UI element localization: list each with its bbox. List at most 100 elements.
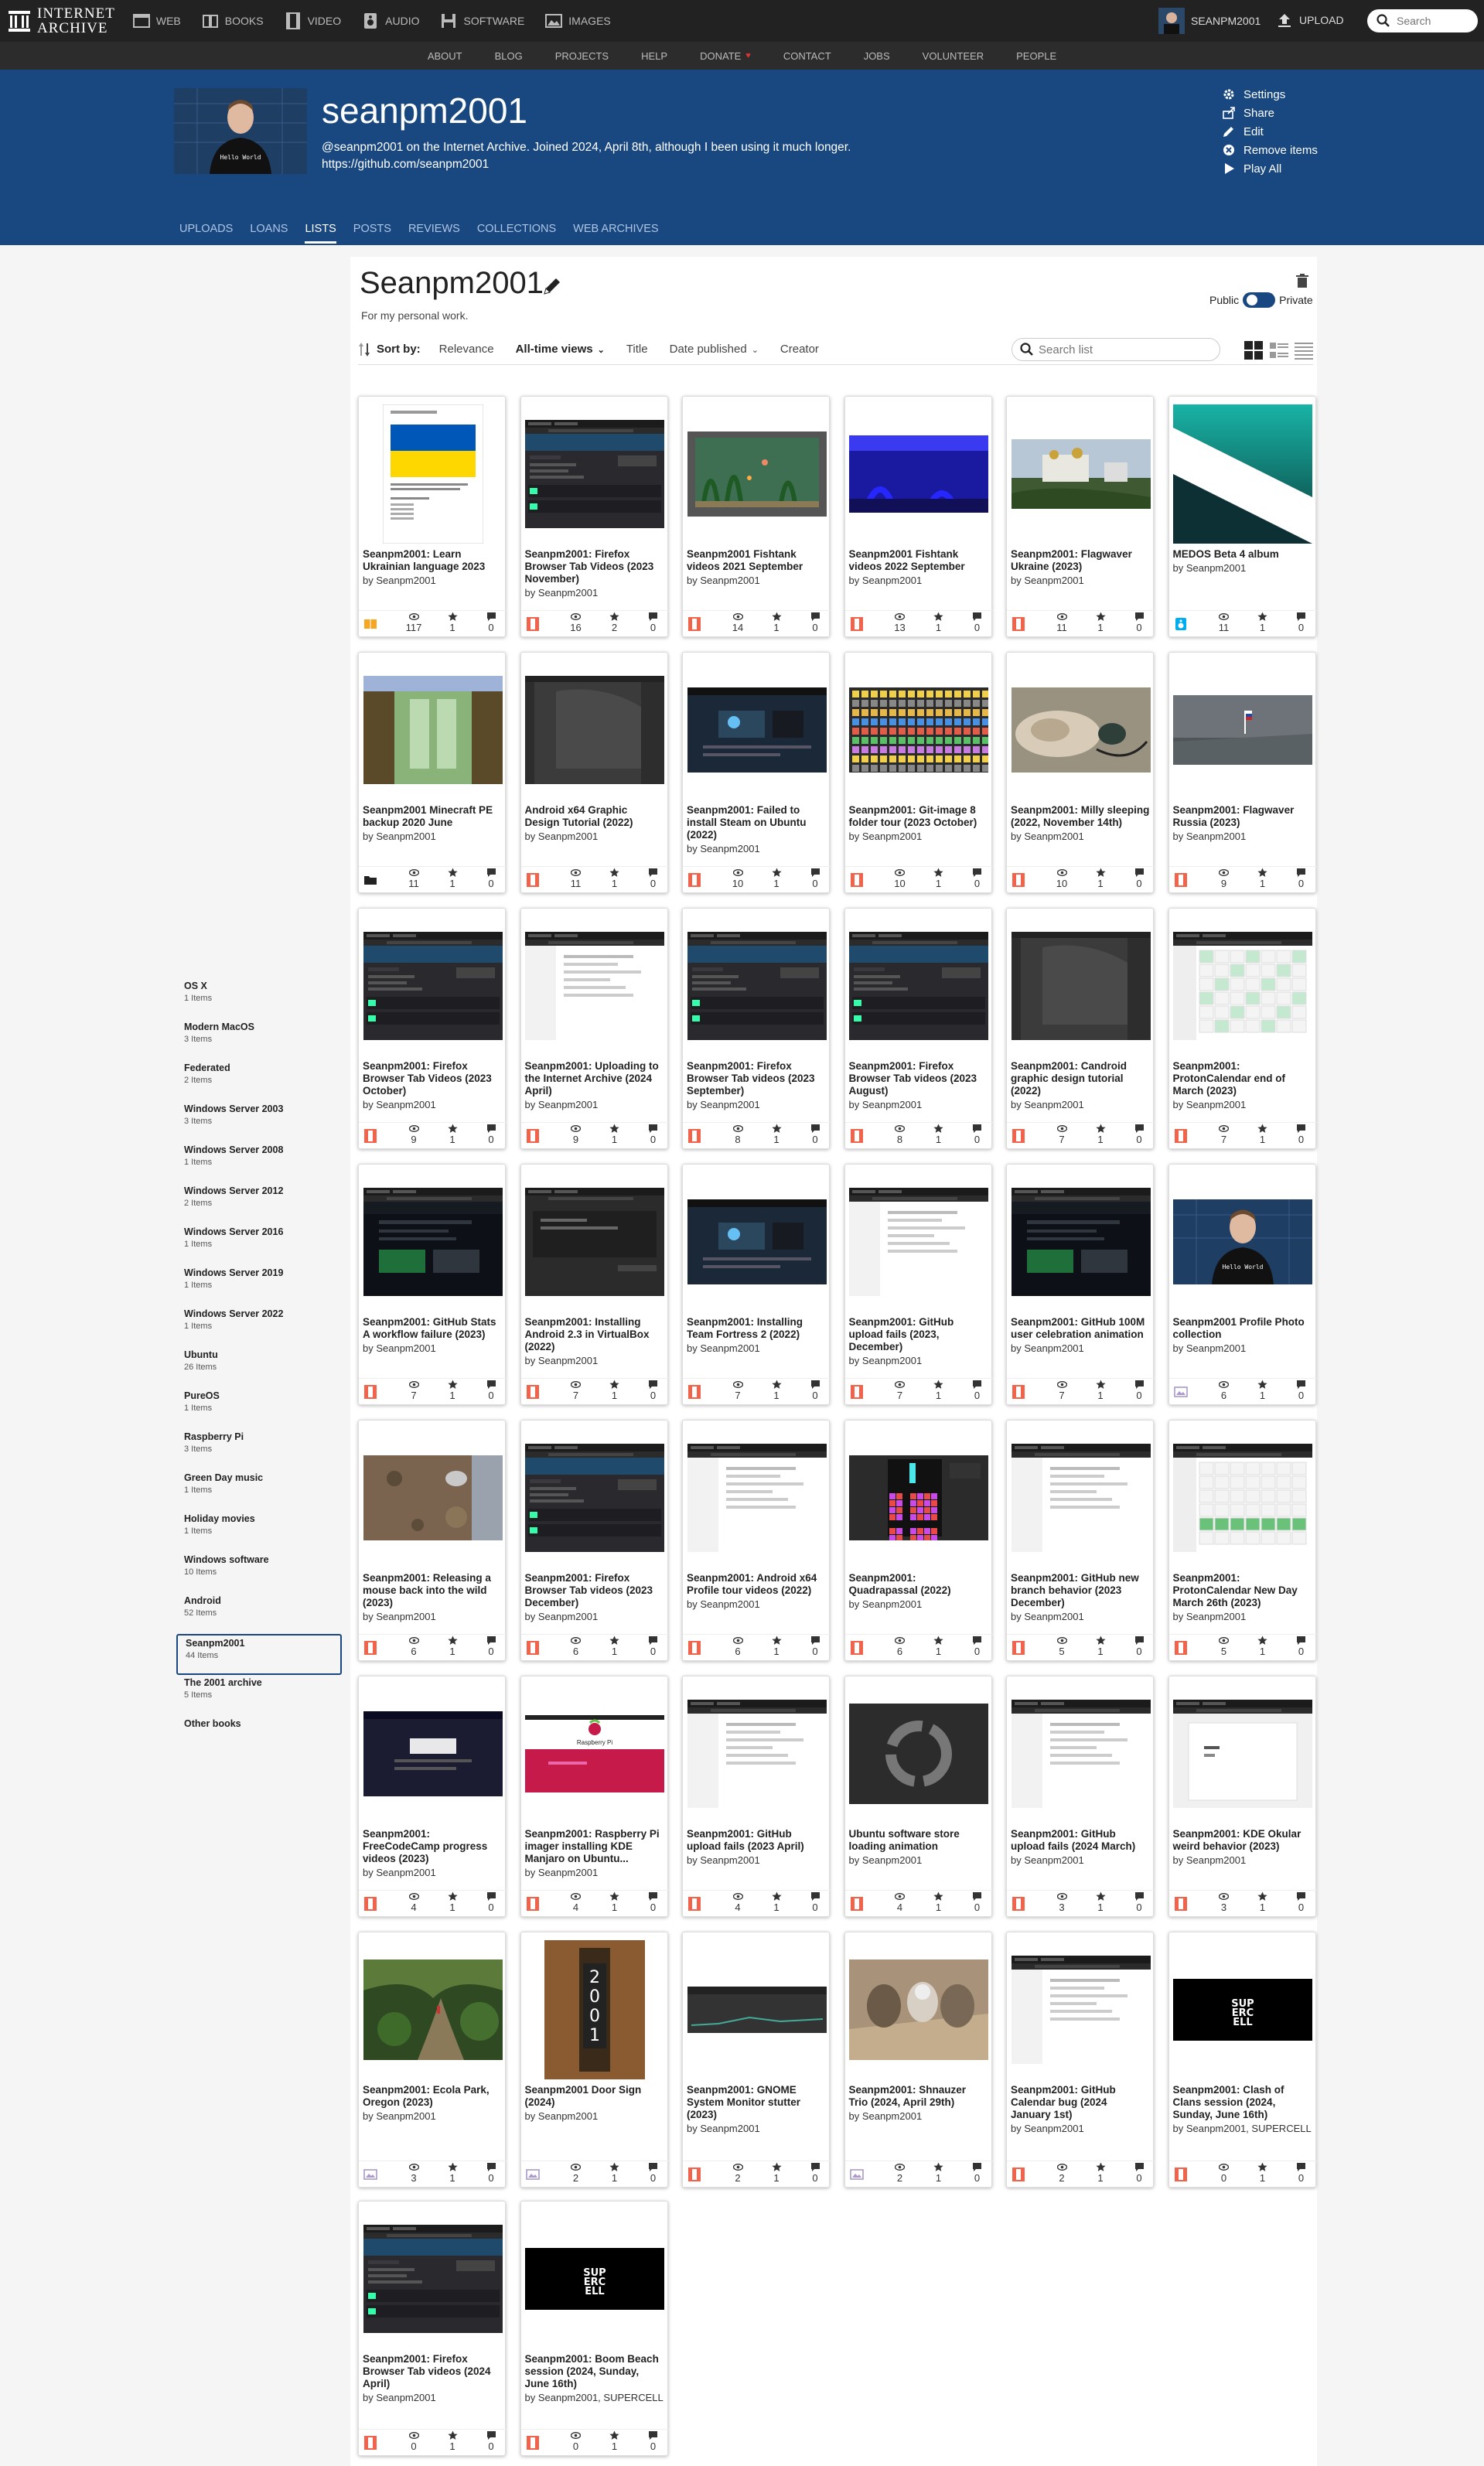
list-item-tile[interactable]: Seanpm2001: Firefox Browser Tab videos (… xyxy=(358,2201,507,2456)
sidebar-list-windows-server-2008[interactable]: Windows Server 2008 1 Items xyxy=(176,1142,342,1183)
item-thumbnail[interactable]: Hello World xyxy=(1169,1165,1317,1319)
sort-option-all-time-views[interactable]: All-time views ⌄ xyxy=(516,343,605,356)
item-title[interactable]: Seanpm2001: GitHub 100M user celebration… xyxy=(1011,1316,1150,1341)
item-title[interactable]: Seanpm2001: Firefox Browser Tab videos (… xyxy=(849,1060,988,1097)
sidebar-list-green-day-music[interactable]: Green Day music 1 Items xyxy=(176,1470,342,1511)
list-item-tile[interactable]: Seanpm2001 Fishtank videos 2021 Septembe… xyxy=(682,396,831,637)
tab-web-archives[interactable]: WEB ARCHIVES xyxy=(573,223,658,244)
sort-option-relevance[interactable]: Relevance xyxy=(439,343,494,356)
item-title[interactable]: Seanpm2001: Firefox Browser Tab Videos (… xyxy=(363,1060,502,1097)
subnav-people[interactable]: PEOPLE xyxy=(1016,50,1056,62)
subnav-projects[interactable]: PROJECTS xyxy=(555,50,609,62)
item-thumbnail[interactable] xyxy=(845,653,993,807)
item-title[interactable]: Seanpm2001: Boom Beach session (2024, Su… xyxy=(525,2353,664,2390)
trash-icon[interactable] xyxy=(1294,272,1311,289)
list-item-tile[interactable]: SUP ERC ELL Seanpm2001: Clash of Clans sess… xyxy=(1168,1932,1317,2188)
item-thumbnail[interactable] xyxy=(1169,653,1317,807)
global-search-input[interactable] xyxy=(1397,15,1474,27)
tab-loans[interactable]: LOANS xyxy=(250,223,288,244)
item-thumbnail[interactable] xyxy=(1007,1421,1155,1575)
tab-reviews[interactable]: REVIEWS xyxy=(408,223,460,244)
tab-uploads[interactable]: UPLOADS xyxy=(179,223,233,244)
item-thumbnail[interactable] xyxy=(359,1421,507,1575)
list-item-tile[interactable]: 2 0 0 1 Seanpm2001 Door Sign (2024) by Seanpm… xyxy=(520,1932,669,2188)
list-item-tile[interactable]: Seanpm2001: Candroid graphic design tuto… xyxy=(1006,908,1155,1149)
sidebar-list-modern-macos[interactable]: Modern MacOS 3 Items xyxy=(176,1019,342,1060)
list-item-tile[interactable]: Seanpm2001 Minecraft PE backup 2020 June… xyxy=(358,652,507,893)
item-thumbnail[interactable] xyxy=(845,1932,993,2087)
sidebar-list-ubuntu[interactable]: Ubuntu 26 Items xyxy=(176,1347,342,1388)
list-item-tile[interactable]: Seanpm2001: Firefox Browser Tab videos (… xyxy=(682,908,831,1149)
list-item-tile[interactable]: Seanpm2001: Flagwaver Ukraine (2023) by S… xyxy=(1006,396,1155,637)
item-title[interactable]: Seanpm2001: Milly sleeping (2022, Novemb… xyxy=(1011,804,1150,829)
item-thumbnail[interactable] xyxy=(1169,397,1317,551)
sidebar-list-other-books[interactable]: Other books xyxy=(176,1716,342,1757)
list-item-tile[interactable]: Seanpm2001: GitHub new branch behavior (… xyxy=(1006,1420,1155,1661)
item-thumbnail[interactable] xyxy=(683,397,831,551)
item-thumbnail[interactable] xyxy=(683,1165,831,1319)
sidebar-list-seanpm2001[interactable]: Seanpm2001 44 Items xyxy=(176,1634,342,1675)
sort-option-title[interactable]: Title xyxy=(626,343,648,356)
list-item-tile[interactable]: Seanpm2001: ProtonCalendar New Day March… xyxy=(1168,1420,1317,1661)
item-thumbnail[interactable] xyxy=(1169,1421,1317,1575)
list-item-tile[interactable]: Seanpm2001: GitHub upload fails (2024 Ma… xyxy=(1006,1676,1155,1917)
item-thumbnail[interactable]: Raspberry Pi xyxy=(521,1676,669,1831)
list-item-tile[interactable]: Seanpm2001: Firefox Browser Tab Videos (… xyxy=(358,908,507,1149)
subnav-volunteer[interactable]: VOLUNTEER xyxy=(923,50,984,62)
item-thumbnail[interactable] xyxy=(521,1421,669,1575)
item-title[interactable]: Seanpm2001: GitHub Calendar bug (2024 Ja… xyxy=(1011,2084,1150,2121)
item-title[interactable]: Seanpm2001: GitHub Stats A workflow fail… xyxy=(363,1316,502,1341)
internet-archive-logo[interactable]: INTERNET ARCHIVE xyxy=(8,0,115,42)
list-item-tile[interactable]: Ubuntu software store loading animation b… xyxy=(844,1676,993,1917)
list-item-tile[interactable]: Seanpm2001: Milly sleeping (2022, Novemb… xyxy=(1006,652,1155,893)
list-item-tile[interactable]: Seanpm2001: GitHub 100M user celebration… xyxy=(1006,1164,1155,1405)
list-item-tile[interactable]: Hello World Seanpm2001 Profile Photo coll… xyxy=(1168,1164,1317,1405)
list-item-tile[interactable]: Seanpm2001: Failed to install Steam on U… xyxy=(682,652,831,893)
tab-lists[interactable]: LISTS xyxy=(305,223,336,244)
item-title[interactable]: Seanpm2001: Releasing a mouse back into … xyxy=(363,1572,502,1609)
sort-option-date-published[interactable]: Date published ⌄ xyxy=(670,343,759,356)
item-title[interactable]: Seanpm2001: GitHub upload fails (2024 Ma… xyxy=(1011,1828,1150,1853)
list-item-tile[interactable]: Seanpm2001: GitHub upload fails (2023 Ap… xyxy=(682,1676,831,1917)
item-thumbnail[interactable] xyxy=(1007,909,1155,1063)
list-search[interactable] xyxy=(1012,338,1220,361)
item-title[interactable]: Seanpm2001: Flagwaver Russia (2023) xyxy=(1173,804,1312,829)
item-title[interactable]: Seanpm2001: Quadrapassal (2022) xyxy=(849,1572,988,1597)
item-title[interactable]: Seanpm2001: GNOME System Monitor stutter… xyxy=(687,2084,826,2121)
item-title[interactable]: Seanpm2001: Failed to install Steam on U… xyxy=(687,804,826,841)
item-thumbnail[interactable] xyxy=(683,909,831,1063)
item-thumbnail[interactable] xyxy=(359,1932,507,2087)
item-title[interactable]: Seanpm2001: Clash of Clans session (2024… xyxy=(1173,2084,1312,2121)
item-title[interactable]: Seanpm2001: Android x64 Profile tour vid… xyxy=(687,1572,826,1597)
list-item-tile[interactable]: Seanpm2001: Uploading to the Internet Ar… xyxy=(520,908,669,1149)
item-title[interactable]: Seanpm2001: Candroid graphic design tuto… xyxy=(1011,1060,1150,1097)
list-item-tile[interactable]: Seanpm2001: Firefox Browser Tab videos (… xyxy=(844,908,993,1149)
list-item-tile[interactable]: MEDOS Beta 4 album by Seanpm2001 11 1 0 xyxy=(1168,396,1317,637)
list-item-tile[interactable]: Seanpm2001: Installing Team Fortress 2 (… xyxy=(682,1164,831,1405)
media-tab-images[interactable]: IMAGES xyxy=(544,12,611,30)
global-search[interactable] xyxy=(1367,9,1478,32)
list-item-tile[interactable]: Seanpm2001: Git-image 8 folder tour (202… xyxy=(844,652,993,893)
list-detail-view-icon[interactable] xyxy=(1269,340,1289,360)
item-title[interactable]: Seanpm2001: Installing Team Fortress 2 (… xyxy=(687,1316,826,1341)
item-thumbnail[interactable] xyxy=(359,2202,507,2356)
list-item-tile[interactable]: Seanpm2001: Android x64 Profile tour vid… xyxy=(682,1420,831,1661)
item-title[interactable]: Seanpm2001: Git-image 8 folder tour (202… xyxy=(849,804,988,829)
list-item-tile[interactable]: Seanpm2001: GitHub upload fails (2023, D… xyxy=(844,1164,993,1405)
share-action[interactable]: Share xyxy=(1222,104,1318,122)
item-thumbnail[interactable] xyxy=(683,1676,831,1831)
item-title[interactable]: Ubuntu software store loading animation xyxy=(849,1828,988,1853)
item-thumbnail[interactable] xyxy=(1007,1932,1155,2087)
media-tab-software[interactable]: SOFTWARE xyxy=(439,12,524,30)
item-thumbnail[interactable] xyxy=(683,1421,831,1575)
edit-action[interactable]: Edit xyxy=(1222,122,1318,141)
item-thumbnail[interactable] xyxy=(359,1165,507,1319)
list-item-tile[interactable]: Seanpm2001: GitHub Calendar bug (2024 Ja… xyxy=(1006,1932,1155,2188)
item-thumbnail[interactable] xyxy=(845,397,993,551)
list-item-tile[interactable]: Seanpm2001: Installing Android 2.3 in Vi… xyxy=(520,1164,669,1405)
item-title[interactable]: Seanpm2001 Profile Photo collection xyxy=(1173,1316,1312,1341)
list-item-tile[interactable]: Seanpm2001: GNOME System Monitor stutter… xyxy=(682,1932,831,2188)
item-title[interactable]: Seanpm2001: Firefox Browser Tab videos (… xyxy=(687,1060,826,1097)
item-thumbnail[interactable] xyxy=(1007,1165,1155,1319)
subnav-donate[interactable]: DONATE ♥ xyxy=(700,50,751,62)
